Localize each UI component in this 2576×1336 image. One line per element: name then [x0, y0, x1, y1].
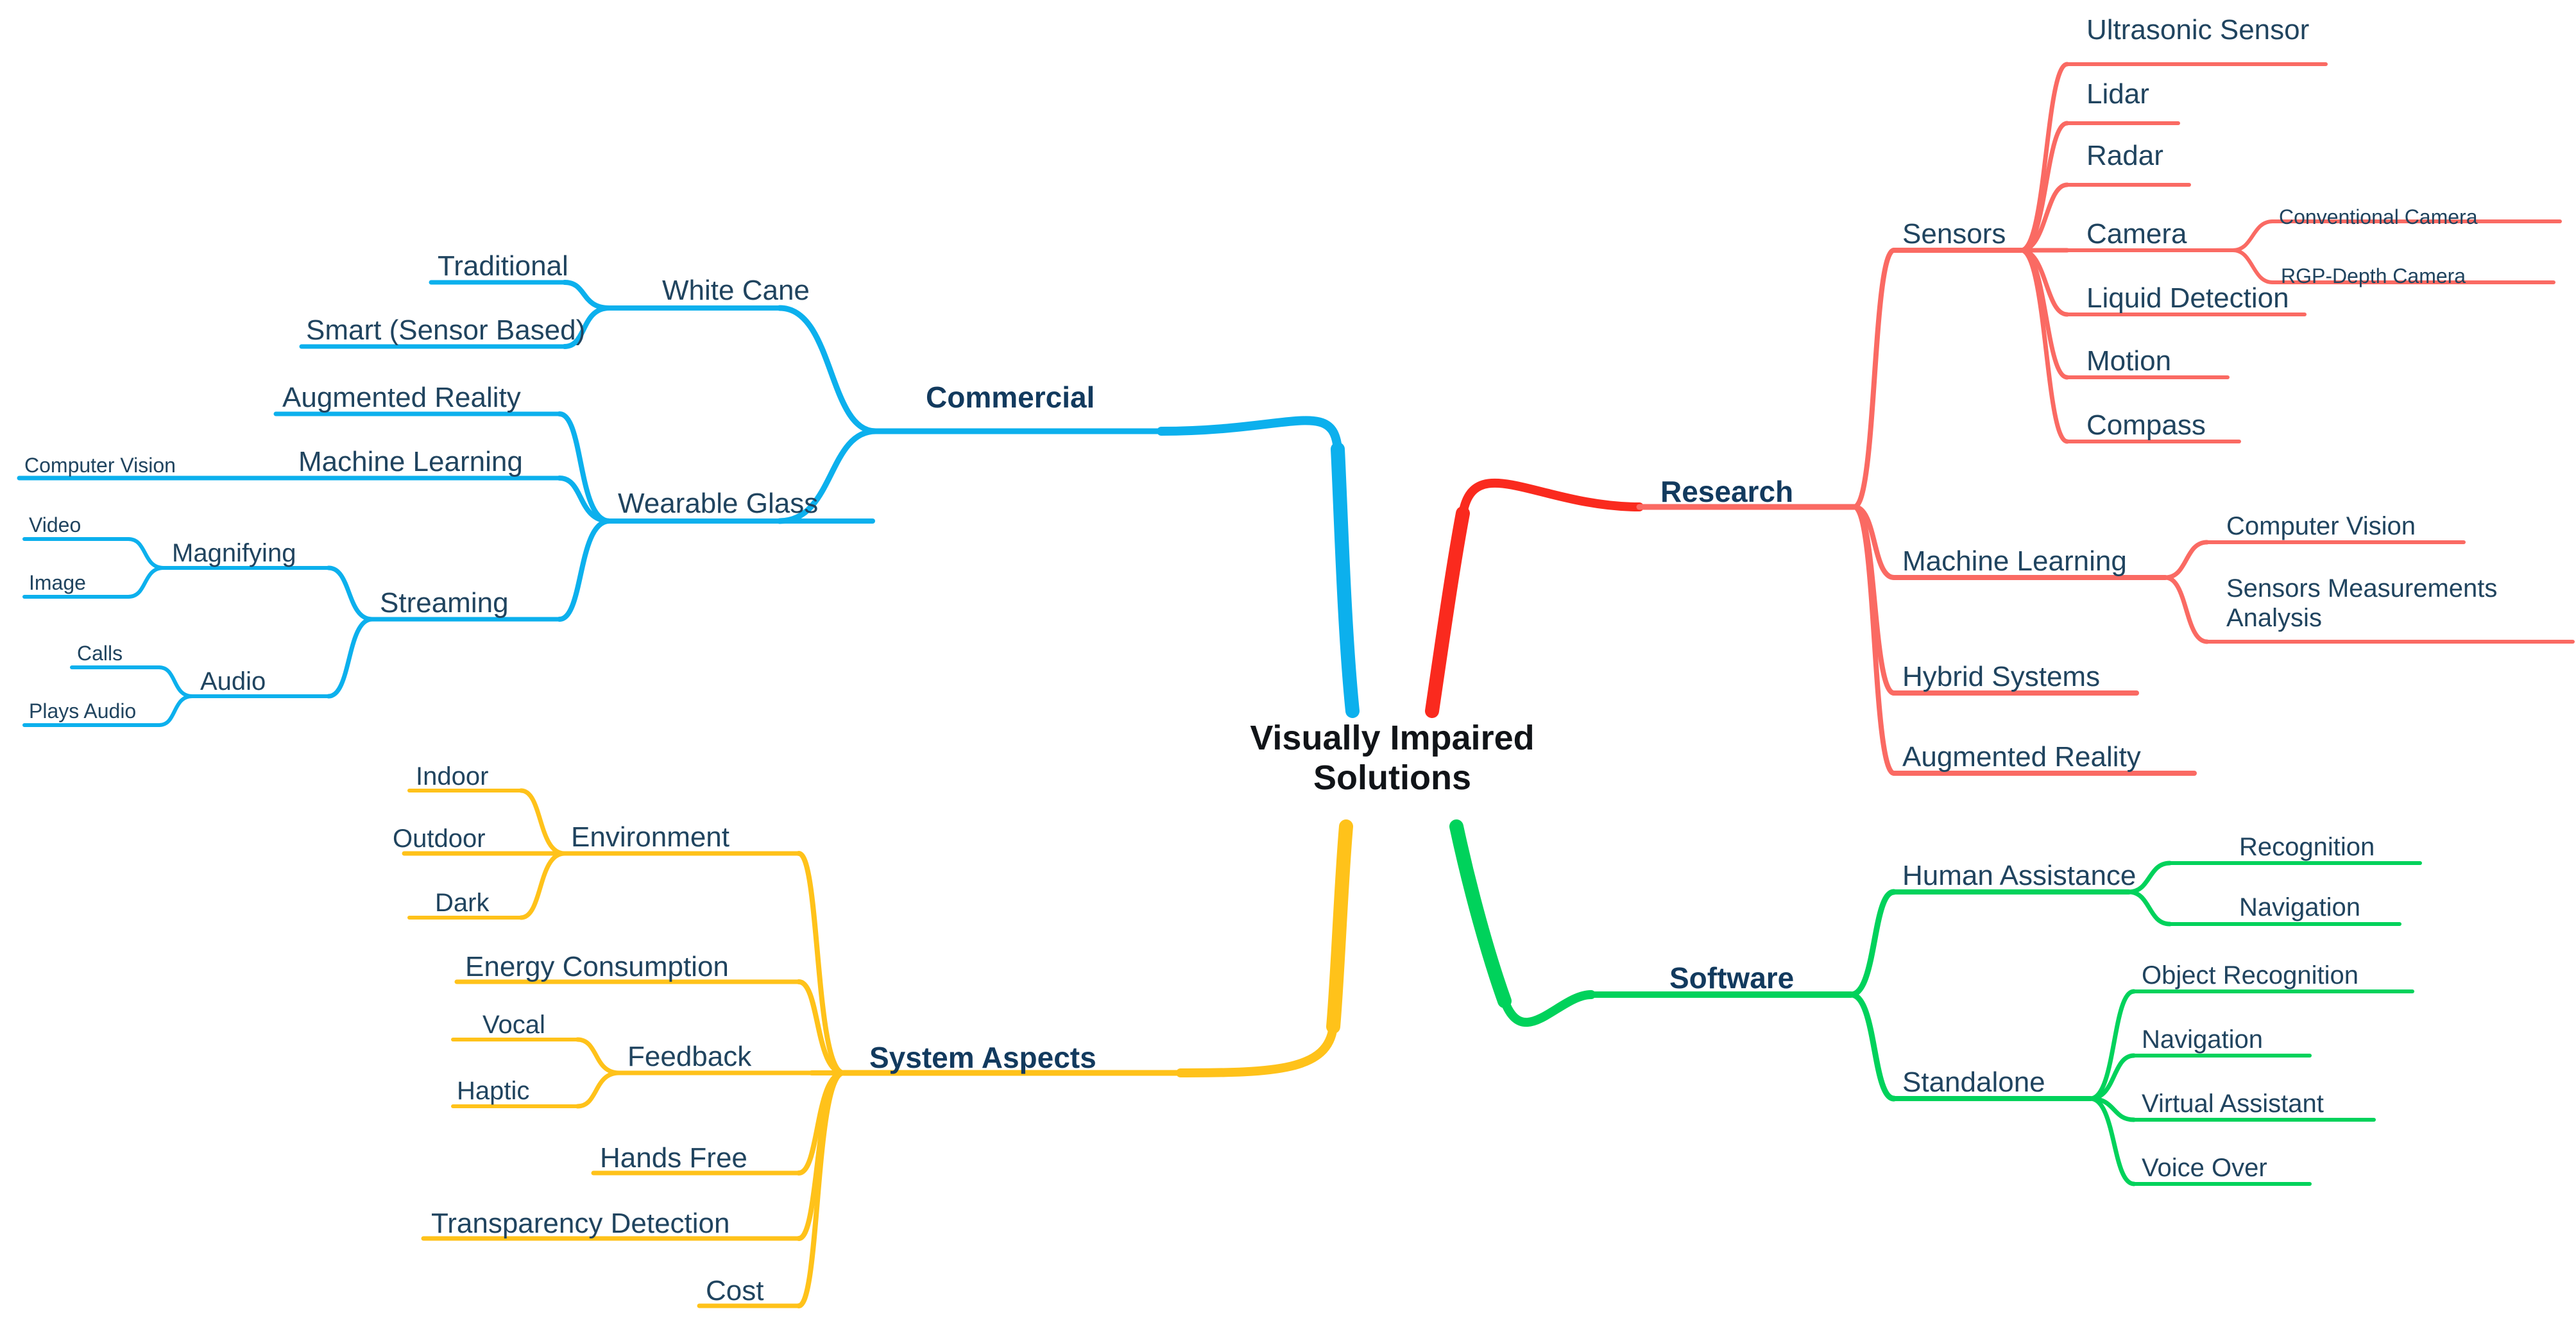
node-dark[interactable]: Dark — [435, 889, 489, 918]
node-traditional[interactable]: Traditional — [438, 250, 568, 282]
central-node-line1: Visually Impaired — [1250, 719, 1535, 757]
mind-map-connectors — [17, 62, 2575, 1308]
central-node[interactable]: Visually Impaired Solutions — [1238, 719, 1546, 798]
node-commercial-computer-vision[interactable]: Computer Vision — [24, 454, 176, 477]
node-virtual-assistant[interactable]: Virtual Assistant — [2142, 1090, 2324, 1119]
node-audio[interactable]: Audio — [200, 667, 266, 697]
node-human-assistance-navigation[interactable]: Navigation — [2239, 893, 2360, 923]
node-voice-over[interactable]: Voice Over — [2142, 1154, 2267, 1183]
node-hybrid-systems[interactable]: Hybrid Systems — [1902, 661, 2100, 693]
node-streaming[interactable]: Streaming — [380, 587, 509, 619]
node-ultrasonic-sensor[interactable]: Ultrasonic Sensor — [2086, 14, 2309, 46]
node-plays-audio[interactable]: Plays Audio — [29, 699, 136, 723]
node-vocal[interactable]: Vocal — [482, 1011, 545, 1040]
node-feedback[interactable]: Feedback — [627, 1041, 751, 1073]
node-compass[interactable]: Compass — [2086, 409, 2206, 441]
node-motion[interactable]: Motion — [2086, 345, 2171, 377]
node-magnifying[interactable]: Magnifying — [172, 539, 296, 569]
node-human-assistance[interactable]: Human Assistance — [1902, 860, 2136, 892]
branch-label-system-aspects[interactable]: System Aspects — [869, 1041, 1096, 1074]
node-sensors-measurements-analysis[interactable]: Sensors Measurements Analysis — [2226, 574, 2560, 633]
node-standalone-navigation[interactable]: Navigation — [2142, 1025, 2263, 1055]
node-standalone[interactable]: Standalone — [1902, 1066, 2045, 1099]
node-image[interactable]: Image — [29, 571, 86, 594]
node-lidar[interactable]: Lidar — [2086, 78, 2149, 110]
node-environment[interactable]: Environment — [571, 821, 729, 853]
node-object-recognition[interactable]: Object Recognition — [2142, 961, 2358, 991]
node-human-assistance-recognition[interactable]: Recognition — [2239, 833, 2375, 862]
node-transparency-detection[interactable]: Transparency Detection — [431, 1208, 729, 1240]
node-camera[interactable]: Camera — [2086, 218, 2187, 250]
node-research-computer-vision[interactable]: Computer Vision — [2226, 512, 2416, 542]
node-outdoor[interactable]: Outdoor — [393, 825, 486, 854]
mind-map-canvas: Visually Impaired Solutions Commercial W… — [0, 0, 2576, 1336]
node-video[interactable]: Video — [29, 513, 81, 536]
node-radar[interactable]: Radar — [2086, 140, 2163, 172]
node-calls[interactable]: Calls — [77, 642, 123, 665]
node-research-machine-learning[interactable]: Machine Learning — [1902, 545, 2127, 578]
node-energy-consumption[interactable]: Energy Consumption — [465, 951, 729, 983]
node-research-augmented-reality[interactable]: Augmented Reality — [1902, 741, 2141, 773]
node-hands-free[interactable]: Hands Free — [600, 1142, 747, 1174]
node-commercial-machine-learning[interactable]: Machine Learning — [298, 446, 523, 478]
node-sensors-measurements-analysis-line2: Analysis — [2226, 603, 2322, 632]
node-haptic[interactable]: Haptic — [457, 1077, 529, 1106]
branch-label-commercial[interactable]: Commercial — [926, 381, 1095, 414]
node-smart-sensor-based[interactable]: Smart (Sensor Based) — [306, 314, 585, 347]
branch-label-research[interactable]: Research — [1660, 475, 1793, 508]
branch-label-software[interactable]: Software — [1669, 961, 1794, 995]
node-conventional-camera[interactable]: Conventional Camera — [2279, 205, 2478, 228]
node-sensors[interactable]: Sensors — [1902, 218, 2006, 250]
node-rgp-depth-camera[interactable]: RGP-Depth Camera — [2281, 264, 2466, 287]
node-liquid-detection[interactable]: Liquid Detection — [2086, 282, 2289, 314]
central-node-line2: Solutions — [1313, 758, 1471, 797]
node-white-cane[interactable]: White Cane — [662, 275, 810, 307]
node-commercial-augmented-reality[interactable]: Augmented Reality — [282, 382, 521, 414]
node-sensors-measurements-analysis-line1: Sensors Measurements — [2226, 574, 2498, 603]
node-wearable-glass[interactable]: Wearable Glass — [618, 488, 818, 520]
node-indoor[interactable]: Indoor — [416, 762, 488, 792]
node-cost[interactable]: Cost — [706, 1275, 763, 1307]
